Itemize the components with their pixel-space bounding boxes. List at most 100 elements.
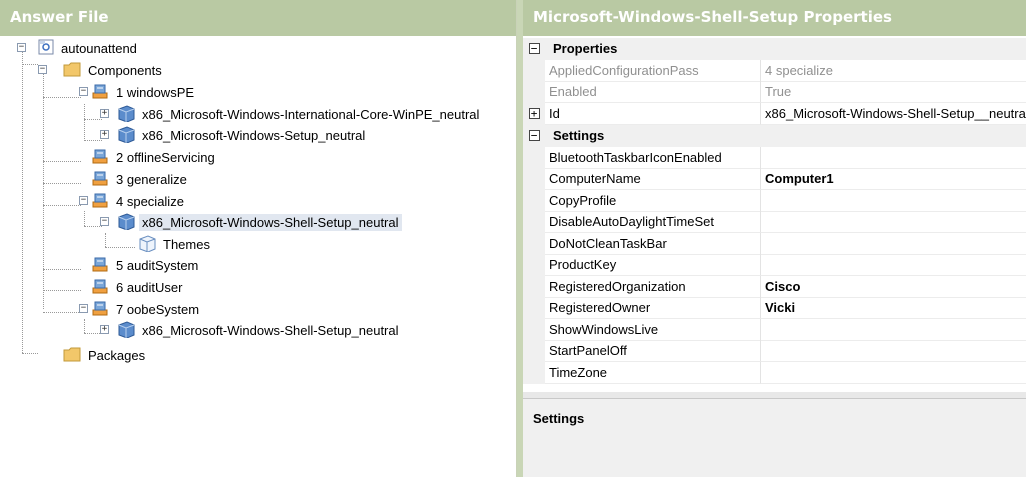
tree-label-intl-core: x86_Microsoft-Windows-International-Core…: [142, 106, 480, 122]
property-row[interactable]: BluetoothTaskbarIconEnabled: [523, 147, 1026, 169]
properties-panel: Microsoft-Windows-Shell-Setup Properties…: [523, 0, 1026, 477]
property-name: DoNotCleanTaskBar: [545, 233, 761, 255]
property-name: CopyProfile: [545, 190, 761, 212]
component-cube-icon: [115, 320, 135, 341]
property-value[interactable]: Cisco: [761, 276, 1026, 298]
collapse-autounattend-toggle[interactable]: −: [17, 43, 26, 52]
property-name: AppliedConfigurationPass: [545, 60, 761, 82]
property-name: ComputerName: [545, 168, 761, 190]
answer-file-header: Answer File: [0, 0, 516, 36]
setting-cube-outline-icon: [136, 234, 156, 255]
tree-item-pass-windowspe[interactable]: 1 windowsPE: [91, 81, 197, 103]
tree-label-setup: x86_Microsoft-Windows-Setup_neutral: [142, 127, 366, 143]
configuration-pass-icon: [91, 277, 109, 298]
property-row[interactable]: DoNotCleanTaskBar: [523, 233, 1026, 255]
property-row[interactable]: RegisteredOrganization Cisco: [523, 276, 1026, 298]
tree-item-component-shell-setup-specialize[interactable]: x86_Microsoft-Windows-Shell-Setup_neutra…: [115, 211, 402, 233]
configuration-pass-icon: [91, 255, 109, 276]
description-title: Settings: [533, 411, 585, 426]
property-value[interactable]: Vicki: [761, 297, 1026, 319]
tree-label-shell-setup-specialize: x86_Microsoft-Windows-Shell-Setup_neutra…: [139, 213, 402, 231]
collapse-specialize-toggle[interactable]: −: [79, 196, 88, 205]
folder-icon: [63, 60, 81, 81]
expand-intl-core-toggle[interactable]: +: [100, 109, 109, 118]
tree-label-packages: Packages: [88, 347, 146, 363]
tree-item-component-intl-core[interactable]: x86_Microsoft-Windows-International-Core…: [115, 103, 482, 125]
tree-item-packages[interactable]: Packages: [63, 344, 148, 366]
category-label-properties: Properties: [553, 41, 618, 57]
collapse-windowspe-toggle[interactable]: −: [79, 87, 88, 96]
tree-label-pass-1: 1 windowsPE: [116, 84, 195, 100]
property-row[interactable]: TimeZone: [523, 362, 1026, 384]
category-settings[interactable]: − Settings: [523, 125, 1026, 147]
property-row[interactable]: CopyProfile: [523, 190, 1026, 212]
answer-file-panel: Answer File − autounattend − Components …: [0, 0, 517, 477]
property-name: Enabled: [545, 81, 761, 103]
tree-label-pass-6: 6 auditUser: [116, 279, 183, 295]
tree-item-themes[interactable]: Themes: [136, 233, 213, 255]
tree-item-pass-specialize[interactable]: 4 specialize: [91, 190, 187, 212]
collapse-icon[interactable]: −: [528, 130, 540, 142]
property-grid: − Properties AppliedConfigurationPass 4 …: [523, 36, 1026, 392]
tree-item-component-setup[interactable]: x86_Microsoft-Windows-Setup_neutral: [115, 124, 368, 146]
properties-header: Microsoft-Windows-Shell-Setup Properties: [523, 0, 1026, 36]
tree-item-pass-offlineservicing[interactable]: 2 offlineServicing: [91, 146, 218, 168]
property-row[interactable]: RegisteredOwner Vicki: [523, 297, 1026, 319]
tree-item-component-shell-setup-oobe[interactable]: x86_Microsoft-Windows-Shell-Setup_neutra…: [115, 319, 402, 341]
property-name: Id: [545, 103, 761, 125]
property-name: TimeZone: [545, 362, 761, 384]
tree-item-components[interactable]: Components: [63, 59, 165, 81]
property-name: RegisteredOwner: [545, 297, 761, 319]
tree-label-pass-3: 3 generalize: [116, 171, 187, 187]
property-name: ProductKey: [545, 254, 761, 276]
property-value[interactable]: [761, 362, 1026, 384]
property-value: x86_Microsoft-Windows-Shell-Setup__neutr…: [761, 103, 1026, 125]
tree-item-pass-generalize[interactable]: 3 generalize: [91, 168, 190, 190]
property-value[interactable]: Computer1: [761, 168, 1026, 190]
property-name: DisableAutoDaylightTimeSet: [545, 211, 761, 233]
property-row[interactable]: + Id x86_Microsoft-Windows-Shell-Setup__…: [523, 103, 1026, 125]
component-cube-icon: [115, 104, 135, 125]
property-row[interactable]: ShowWindowsLive: [523, 319, 1026, 341]
tree-item-pass-oobesystem[interactable]: 7 oobeSystem: [91, 298, 202, 320]
property-value[interactable]: [761, 233, 1026, 255]
collapse-shell-setup-specialize-toggle[interactable]: −: [100, 217, 109, 226]
property-value[interactable]: [761, 254, 1026, 276]
property-row[interactable]: AppliedConfigurationPass 4 specialize: [523, 60, 1026, 82]
tree-label-pass-2: 2 offlineServicing: [116, 149, 215, 165]
property-name: BluetoothTaskbarIconEnabled: [545, 147, 761, 169]
property-row[interactable]: StartPanelOff: [523, 340, 1026, 362]
property-row[interactable]: DisableAutoDaylightTimeSet: [523, 211, 1026, 233]
tree-label-pass-7: 7 oobeSystem: [116, 301, 200, 317]
tree-item-autounattend[interactable]: autounattend: [38, 37, 140, 59]
property-row[interactable]: ComputerName Computer1: [523, 168, 1026, 190]
property-row[interactable]: ProductKey: [523, 254, 1026, 276]
collapse-components-toggle[interactable]: −: [38, 65, 47, 74]
category-properties[interactable]: − Properties: [523, 38, 1026, 60]
property-name: StartPanelOff: [545, 340, 761, 362]
expand-setup-toggle[interactable]: +: [100, 130, 109, 139]
folder-icon: [63, 345, 81, 366]
property-name: RegisteredOrganization: [545, 276, 761, 298]
property-value[interactable]: [761, 340, 1026, 362]
expand-icon[interactable]: +: [528, 108, 540, 120]
tree-label-components: Components: [88, 62, 162, 78]
property-value[interactable]: [761, 147, 1026, 169]
tree-label-pass-4: 4 specialize: [116, 193, 184, 209]
collapse-oobesystem-toggle[interactable]: −: [79, 304, 88, 313]
tree-label-themes: Themes: [163, 236, 210, 252]
property-row[interactable]: Enabled True: [523, 81, 1026, 103]
property-name: ShowWindowsLive: [545, 319, 761, 341]
category-label-settings: Settings: [553, 128, 605, 144]
property-value[interactable]: [761, 319, 1026, 341]
property-value[interactable]: [761, 190, 1026, 212]
component-cube-icon: [115, 212, 135, 233]
answer-file-tree: − autounattend − Components − 1 windowsP…: [0, 36, 516, 477]
tree-item-pass-audituser[interactable]: 6 auditUser: [91, 276, 185, 298]
tree-item-pass-auditsystem[interactable]: 5 auditSystem: [91, 254, 201, 276]
component-cube-icon: [115, 125, 135, 146]
tree-label-autounattend: autounattend: [61, 40, 137, 56]
collapse-icon[interactable]: −: [528, 43, 540, 55]
expand-shell-setup-oobe-toggle[interactable]: +: [100, 325, 109, 334]
property-value[interactable]: [761, 211, 1026, 233]
